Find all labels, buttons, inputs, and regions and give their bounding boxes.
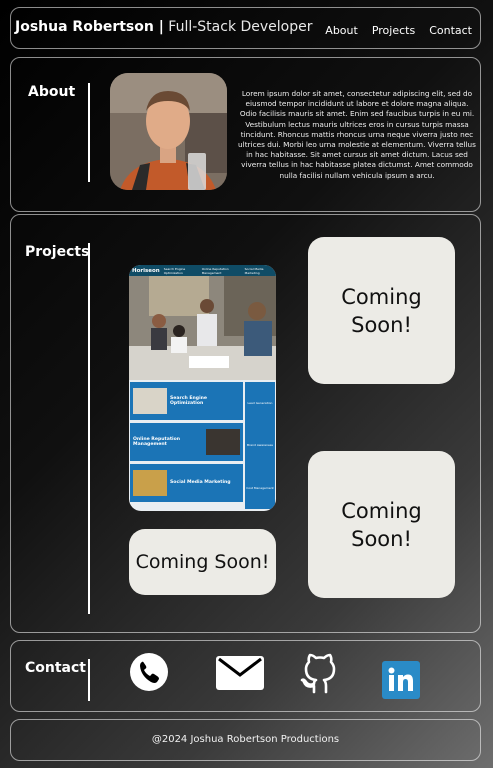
coming-soon-card-1[interactable]: Coming Soon! <box>308 237 455 384</box>
github-icon[interactable] <box>300 652 340 698</box>
coming-soon-label: Coming Soon! <box>341 284 422 337</box>
project-site-hero-image <box>129 276 276 380</box>
benefit-item: Cost Management <box>246 485 274 490</box>
coming-soon-label: Coming Soon! <box>341 498 422 551</box>
project-site-nav-item: Social Media Marketing <box>244 266 264 275</box>
project-site-nav-item: Search Engine Optimization <box>163 266 186 275</box>
project-site-benefits: Lead Generation Brand Awareness Cost Man… <box>245 382 275 509</box>
site-owner-name: Joshua Robertson | <box>15 19 164 35</box>
project-site-services: Search Engine Optimization Online Reputa… <box>129 380 244 511</box>
project-site-nav: Horiseon Search Engine Optimization Onli… <box>129 265 276 276</box>
profile-photo <box>110 73 227 190</box>
service-title: Social Media Marketing <box>170 480 231 486</box>
service-title: Online Reputation Management <box>133 436 181 447</box>
project-site-logo: Horiseon <box>132 267 160 274</box>
nav-about[interactable]: About <box>325 24 358 37</box>
projects-divider <box>88 243 90 614</box>
projects-title: Projects <box>25 244 90 260</box>
service-card: Search Engine Optimization <box>130 382 243 420</box>
service-thumbnail <box>133 470 167 496</box>
phone-icon[interactable] <box>129 652 169 696</box>
service-card: Social Media Marketing <box>130 464 243 502</box>
footer-bar: @2024 Joshua Robertson Productions <box>10 719 481 761</box>
about-divider <box>88 83 90 182</box>
benefit-item: Brand Awareness <box>247 443 273 448</box>
contact-title: Contact <box>25 660 86 676</box>
about-section: About Lorem ipsum dolor sit amet, consec… <box>10 57 481 212</box>
mail-icon[interactable] <box>215 655 265 695</box>
main-nav: About Projects Contact <box>325 24 472 37</box>
project-site-body: Search Engine Optimization Online Reputa… <box>129 380 276 511</box>
service-thumbnail <box>206 429 240 455</box>
projects-section: Projects Horiseon Search Engine Optimiza… <box>10 214 481 633</box>
benefit-item: Lead Generation <box>247 401 273 406</box>
site-owner-role: Full-Stack Developer <box>168 19 313 35</box>
copyright-text: @2024 Joshua Robertson Productions <box>151 734 340 745</box>
service-card: Online Reputation Management <box>130 423 243 461</box>
coming-soon-label: Coming Soon! <box>135 551 270 573</box>
service-title: Search Engine Optimization <box>170 395 208 406</box>
service-thumbnail <box>133 388 167 414</box>
contact-section: Contact <box>10 640 481 712</box>
project-site-nav-item: Online Reputation Management <box>201 266 229 275</box>
coming-soon-card-2[interactable]: Coming Soon! <box>308 451 455 598</box>
project-horiseon-card[interactable]: Horiseon Search Engine Optimization Onli… <box>129 265 276 511</box>
nav-projects[interactable]: Projects <box>372 24 415 37</box>
contact-divider <box>88 659 90 701</box>
brand: Joshua Robertson | Full-Stack Developer <box>15 19 313 35</box>
about-title: About <box>28 84 76 100</box>
header-bar: Joshua Robertson | Full-Stack Developer … <box>10 7 481 49</box>
about-text: Lorem ipsum dolor sit amet, consectetur … <box>238 89 476 180</box>
coming-soon-card-3[interactable]: Coming Soon! <box>129 529 276 595</box>
nav-contact[interactable]: Contact <box>429 24 472 37</box>
linkedin-icon[interactable] <box>382 661 420 703</box>
